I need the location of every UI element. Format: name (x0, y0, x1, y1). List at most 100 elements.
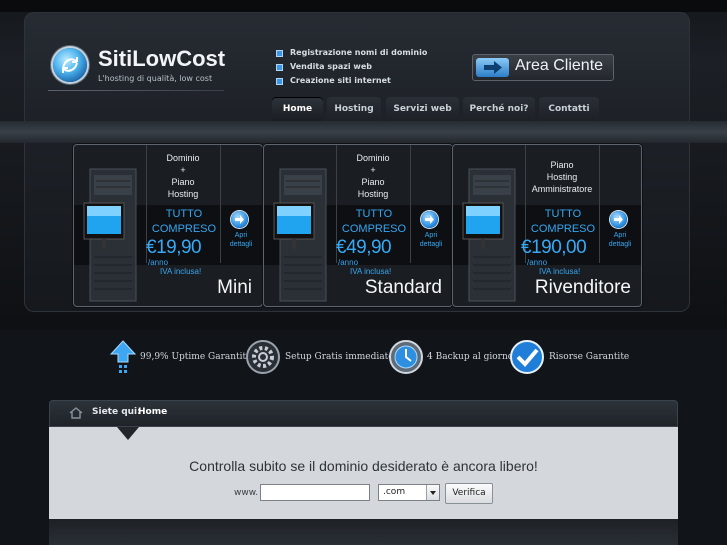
checkmark-icon (510, 340, 544, 374)
feature-label: Vendita spazi web (290, 62, 372, 71)
apri-dettagli-line: Apri (424, 232, 438, 239)
tab-servizi-web[interactable]: Servizi web (386, 97, 459, 121)
bullet-icon (276, 64, 283, 71)
plan-desc-line: Dominio (356, 153, 390, 163)
plan-desc-line: + (370, 165, 376, 175)
brand-tagline: L'hosting di qualità, low cost (98, 74, 213, 83)
panel-notch (117, 427, 139, 440)
plan-tutto-compreso: TUTTO COMPRESO (148, 207, 220, 237)
plan-desc-line: Hosting (167, 189, 199, 199)
apri-dettagli-link[interactable]: Apri dettagli (222, 231, 260, 249)
plan-card-rivenditore[interactable]: Piano Hosting Amministratore TUTTO COMPR… (453, 145, 641, 306)
www-prefix: www. (234, 488, 259, 498)
feature-item: Registrazione nomi di dominio (276, 46, 427, 60)
guarantee-text: 99,9% Uptime Garantito (140, 352, 252, 362)
plan-name: Rivenditore (534, 277, 631, 298)
footer-bar (49, 519, 678, 545)
apri-dettagli-line: Apri (613, 232, 627, 239)
feature-item: Creazione siti internet (276, 74, 427, 88)
plan-name: Standard (364, 277, 442, 298)
apri-dettagli-link[interactable]: Apri dettagli (601, 231, 639, 249)
top-strip (0, 0, 727, 12)
feature-label: Registrazione nomi di dominio (290, 48, 428, 57)
plan-desc-line: + (180, 165, 186, 175)
gear-icon (246, 340, 280, 374)
arrow-right-icon (476, 58, 509, 77)
plan-iva: IVA inclusa! (160, 267, 202, 276)
plan-period: /anno (338, 258, 359, 267)
feature-item: Vendita spazi web (276, 60, 427, 74)
upload-arrow-icon (110, 340, 136, 373)
plan-divider (410, 145, 411, 263)
plan-tutto-line: COMPRESO (151, 223, 217, 235)
logo-globe-icon[interactable] (53, 48, 87, 82)
plan-name: Mini (217, 277, 252, 298)
feature-label: Creazione siti internet (290, 76, 391, 85)
plan-tutto-line: TUTTO (355, 208, 393, 220)
apri-dettagli-line: Apri (234, 232, 248, 239)
features-list: Registrazione nomi di dominio Vendita sp… (276, 46, 427, 88)
guarantee-text: Risorse Garantite (549, 352, 630, 362)
backup-clock-icon (389, 340, 423, 374)
tab-perche-noi[interactable]: Perché noi? (463, 97, 535, 121)
plan-divider (220, 145, 221, 263)
plan-price: €190,00 (521, 237, 587, 258)
arrow-right-icon[interactable] (231, 211, 248, 228)
breadcrumb-current[interactable]: Home (138, 407, 167, 417)
guarantee-text: Setup Gratis immediato (285, 352, 394, 362)
plan-period: /anno (148, 258, 169, 267)
plan-card-mini[interactable]: Dominio + Piano Hosting TUTTO COMPRESO €… (74, 145, 262, 306)
tab-contatti[interactable]: Contatti (539, 97, 599, 121)
tld-select[interactable]: .com (378, 484, 440, 501)
guarantee-text: 4 Backup al giorno (427, 352, 514, 362)
domain-check-title: Controlla subito se il dominio desiderat… (189, 458, 538, 474)
nav-bar (0, 121, 727, 143)
bullet-icon (276, 78, 283, 85)
verifica-button[interactable]: Verifica (445, 483, 493, 504)
plan-desc-line: Hosting (357, 189, 389, 199)
plan-tutto-compreso: TUTTO COMPRESO (527, 207, 599, 237)
plan-desc: Dominio + Piano Hosting (148, 152, 218, 200)
domain-check-panel: Controlla subito se il dominio desiderat… (49, 427, 678, 519)
plan-desc-line: Dominio (166, 153, 200, 163)
plan-iva: IVA inclusa! (539, 267, 581, 276)
logo-divider (48, 90, 224, 91)
apri-dettagli-line: dettagli (419, 241, 443, 248)
domain-input[interactable] (260, 484, 370, 501)
bullet-icon (276, 50, 283, 57)
plan-desc: Piano Hosting Amministratore (527, 159, 597, 195)
plan-iva: IVA inclusa! (350, 267, 392, 276)
apri-dettagli-link[interactable]: Apri dettagli (412, 231, 450, 249)
plan-price: €49,90 (336, 237, 392, 258)
arrow-right-icon[interactable] (421, 211, 438, 228)
chevron-down-icon[interactable] (426, 485, 439, 500)
home-icon[interactable] (69, 407, 83, 419)
plan-tutto-line: TUTTO (165, 208, 203, 220)
plan-price: €19,90 (146, 237, 202, 258)
tab-home[interactable]: Home (272, 97, 323, 121)
apri-dettagli-line: dettagli (229, 241, 253, 248)
area-cliente-label: Area Cliente (515, 57, 604, 74)
plan-tutto-line: TUTTO (544, 208, 582, 220)
plan-desc-line: Piano (550, 160, 574, 170)
server-icon (462, 168, 516, 302)
breadcrumb-label: Siete qui: (92, 407, 141, 417)
area-cliente-button[interactable]: Area Cliente (472, 54, 614, 81)
arrow-right-icon[interactable] (610, 211, 627, 228)
plan-desc: Dominio + Piano Hosting (338, 152, 408, 200)
server-icon (83, 168, 137, 302)
tld-selected-value: .com (383, 487, 406, 497)
plan-period: /anno (527, 258, 548, 267)
apri-dettagli-line: dettagli (608, 241, 632, 248)
plan-divider (599, 145, 600, 263)
plan-tutto-compreso: TUTTO COMPRESO (338, 207, 410, 237)
server-icon (273, 168, 327, 302)
plan-desc-line: Piano (171, 177, 195, 187)
breadcrumb: Siete qui: Home (49, 400, 678, 427)
plan-desc-line: Piano (361, 177, 385, 187)
plan-tutto-line: COMPRESO (341, 223, 407, 235)
brand-name[interactable]: SitiLowCost (98, 46, 225, 72)
plan-desc-line: Amministratore (531, 184, 593, 194)
tab-hosting[interactable]: Hosting (327, 97, 381, 121)
plan-card-standard[interactable]: Dominio + Piano Hosting TUTTO COMPRESO €… (264, 145, 452, 306)
